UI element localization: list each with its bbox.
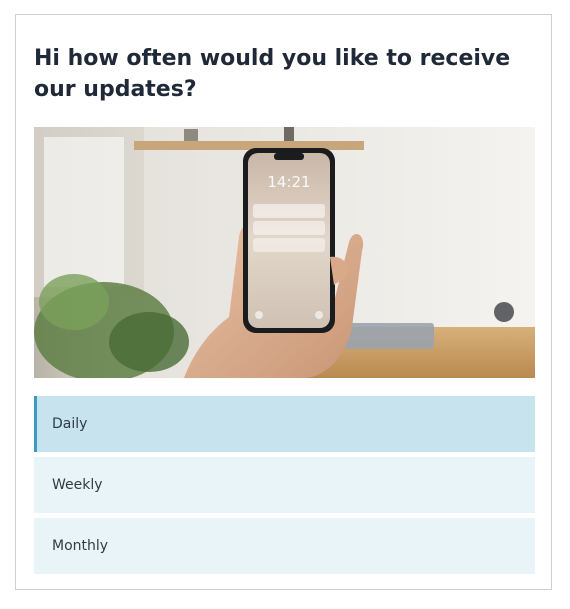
answer-options: Daily Weekly Monthly [34, 396, 535, 579]
photo-shelf [134, 141, 364, 150]
photo-phone-time: 14:21 [267, 173, 310, 191]
phone-photo: 14:21 [34, 127, 535, 378]
option-monthly[interactable]: Monthly [34, 518, 535, 574]
option-daily[interactable]: Daily [34, 396, 535, 452]
option-label: Weekly [52, 477, 103, 493]
option-label: Daily [52, 416, 88, 432]
question-title: Hi how often would you like to receive o… [34, 46, 511, 102]
option-weekly[interactable]: Weekly [34, 457, 535, 513]
option-label: Monthly [52, 538, 109, 554]
survey-card: Hi how often would you like to receive o… [15, 14, 552, 590]
